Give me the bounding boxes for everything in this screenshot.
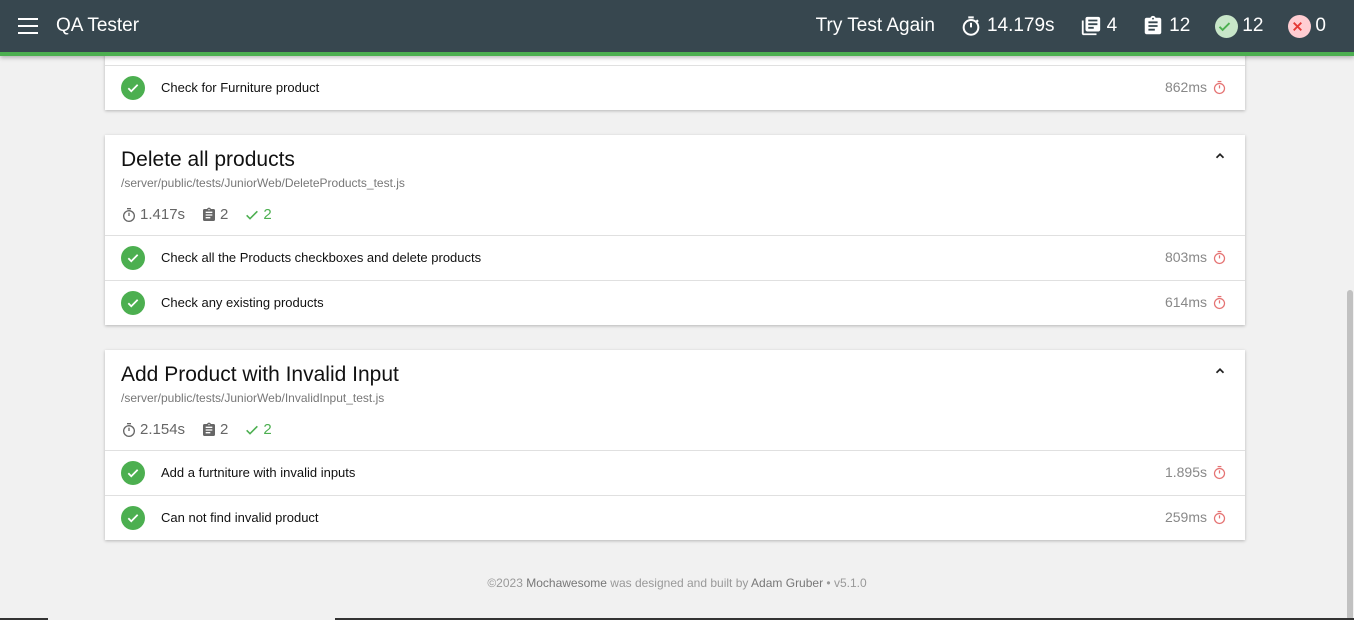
test-row[interactable]: Check for Furniture product 862ms xyxy=(105,65,1245,110)
suite-file-path: /server/public/tests/JuniorWeb/InvalidIn… xyxy=(121,391,385,405)
nav-tests[interactable]: 12 xyxy=(1142,15,1190,37)
scrollbar-thumb[interactable] xyxy=(1347,290,1353,620)
timer-icon xyxy=(1213,295,1226,310)
chevron-up-icon[interactable] xyxy=(1213,149,1227,163)
test-row[interactable]: Check all the Products checkboxes and de… xyxy=(105,235,1245,280)
suite-tests-stat: 2 xyxy=(201,421,228,438)
footer-version: • v5.1.0 xyxy=(826,576,867,590)
total-duration: 14.179s xyxy=(986,15,1055,36)
test-title: Add a furtniture with invalid inputs xyxy=(161,465,356,480)
test-row[interactable]: Can not find invalid product 259ms xyxy=(105,495,1245,540)
suite-file-path: /server/public/tests/JuniorWeb/DeletePro… xyxy=(121,176,405,190)
library-books-icon xyxy=(1081,16,1100,36)
suite-passes-count: 2 xyxy=(263,206,272,223)
suite-duration-stat: 1.417s xyxy=(121,206,185,223)
footer-text: was designed and built by xyxy=(610,576,749,590)
footer-copyright: ©2023 xyxy=(487,576,523,590)
footer: ©2023 Mochawesome was designed and built… xyxy=(0,576,1354,590)
test-title: Check all the Products checkboxes and de… xyxy=(161,250,482,265)
failed-count: 0 xyxy=(1315,15,1326,36)
test-row[interactable]: Check any existing products 614ms xyxy=(105,280,1245,325)
suite-duration: 2.154s xyxy=(140,421,186,438)
timer-icon xyxy=(1213,465,1226,480)
test-duration: 1.895s xyxy=(1164,464,1207,480)
test-row[interactable]: Add a furtniture with invalid inputs 1.8… xyxy=(105,450,1245,495)
failed-icon xyxy=(1288,14,1312,38)
top-navbar: QA Tester Try Test Again 14.179s 4 12 12… xyxy=(0,0,1354,56)
test-title: Can not find invalid product xyxy=(161,510,319,525)
nav-duration[interactable]: 14.179s xyxy=(960,15,1055,37)
nav-failed[interactable]: 0 xyxy=(1288,14,1326,38)
suite-stats: 2.154s 2 2 xyxy=(121,421,288,438)
tests-count: 12 xyxy=(1169,15,1191,36)
nav-passed[interactable]: 12 xyxy=(1215,14,1264,38)
suite-passes-stat: 2 xyxy=(244,421,272,438)
test-duration: 614ms xyxy=(1164,294,1207,310)
stopwatch-icon xyxy=(123,207,135,222)
passed-count: 12 xyxy=(1242,15,1264,36)
test-duration: 803ms xyxy=(1164,249,1207,265)
clipboard-icon xyxy=(1144,15,1162,35)
suite-header[interactable]: Add Product with Invalid Input /server/p… xyxy=(105,350,1245,450)
app-title: QA Tester xyxy=(56,15,140,36)
suite-tests-count: 2 xyxy=(220,206,229,223)
timer-icon xyxy=(1213,80,1226,95)
suite-tests-stat: 2 xyxy=(201,206,228,223)
suite-passes-count: 2 xyxy=(263,421,272,438)
nav-stats: Try Test Again 14.179s 4 12 12 0 xyxy=(816,0,1326,52)
footer-product-link[interactable]: Mochawesome xyxy=(526,576,607,590)
test-duration: 862ms xyxy=(1164,79,1207,95)
suite-passes-stat: 2 xyxy=(244,206,272,223)
suite-card: Delete all products /server/public/tests… xyxy=(105,135,1245,325)
pass-check-icon xyxy=(121,76,145,100)
check-icon xyxy=(246,425,259,435)
test-title: Check for Furniture product xyxy=(161,80,320,95)
passed-icon xyxy=(1215,14,1239,38)
suite-title: Delete all products xyxy=(121,148,295,171)
suites-count: 4 xyxy=(1106,15,1118,36)
check-icon xyxy=(246,210,259,220)
suite-stats: 1.417s 2 2 xyxy=(121,206,288,223)
timer-icon xyxy=(1213,510,1226,525)
suite-header[interactable]: Delete all products /server/public/tests… xyxy=(105,135,1245,235)
clipboard-icon xyxy=(203,422,216,436)
nav-suites[interactable]: 4 xyxy=(1080,15,1118,37)
pass-check-icon xyxy=(121,506,145,530)
pass-check-icon xyxy=(121,461,145,485)
retry-button[interactable]: Try Test Again xyxy=(816,15,935,37)
suite-duration: 1.417s xyxy=(140,206,186,223)
clipboard-icon xyxy=(203,207,216,221)
test-duration: 259ms xyxy=(1164,509,1207,525)
pass-check-icon xyxy=(121,291,145,315)
menu-icon[interactable] xyxy=(18,18,38,34)
stopwatch-icon xyxy=(123,422,135,437)
suite-duration-stat: 2.154s xyxy=(121,421,185,438)
test-title: Check any existing products xyxy=(161,295,324,310)
stopwatch-icon xyxy=(962,16,980,36)
pass-check-icon xyxy=(121,246,145,270)
suite-title: Add Product with Invalid Input xyxy=(121,363,399,386)
suite-tests-count: 2 xyxy=(220,421,229,438)
footer-author-link[interactable]: Adam Gruber xyxy=(751,576,823,590)
chevron-up-icon[interactable] xyxy=(1213,364,1227,378)
suite-card: Add Product with Invalid Input /server/p… xyxy=(105,350,1245,540)
timer-icon xyxy=(1213,250,1226,265)
